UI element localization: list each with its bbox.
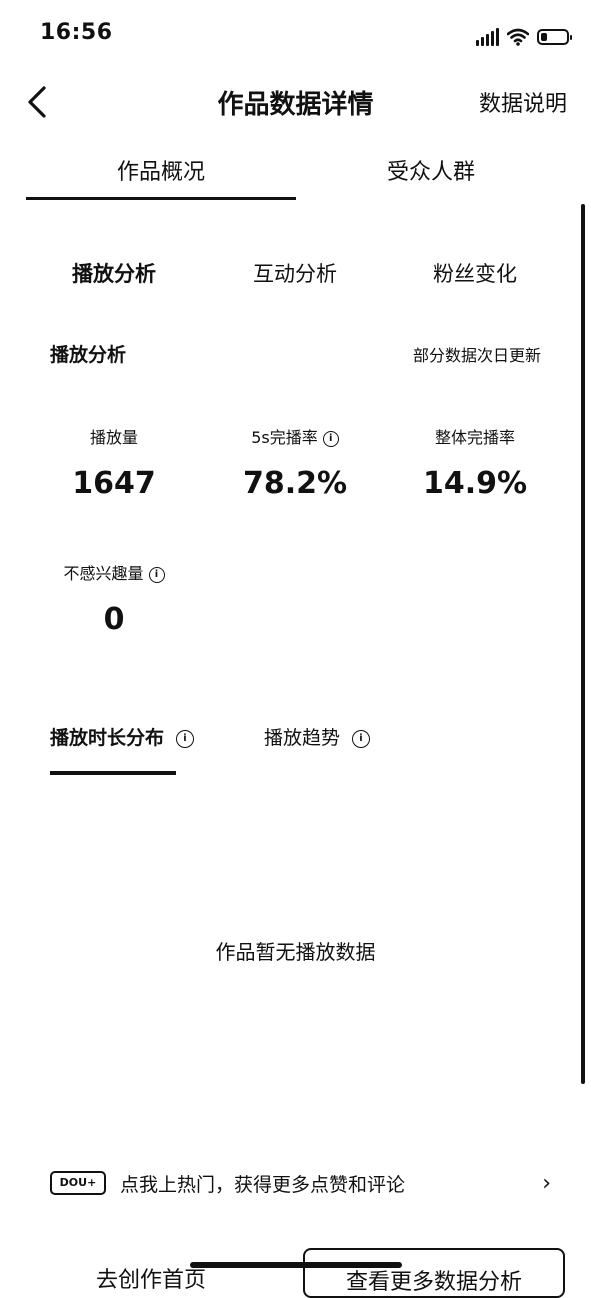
section-title: 播放分析 <box>50 344 127 366</box>
stat-value: 1647 <box>72 466 156 501</box>
wifi-icon <box>507 28 529 46</box>
stat-5s-completion: 5s完播率 i 78.2% <box>205 424 385 501</box>
promo-banner[interactable]: DOU+ 点我上热门，获得更多点赞和评论 › <box>50 1168 551 1198</box>
status-time: 16:56 <box>40 20 113 45</box>
cellular-signal-icon <box>476 28 499 46</box>
info-icon[interactable]: i <box>148 566 165 583</box>
dou-plus-badge: DOU+ <box>50 1171 106 1195</box>
battery-icon <box>537 29 572 45</box>
subtab-play-analysis[interactable]: 播放分析 <box>24 258 204 288</box>
stat-plays: 播放量 1647 <box>24 424 204 501</box>
stat-label: 整体完播率 <box>434 428 515 447</box>
promo-text: 点我上热门，获得更多点赞和评论 <box>120 1173 406 1196</box>
more-analysis-button[interactable]: 查看更多数据分析 <box>303 1248 565 1298</box>
stat-overall-completion: 整体完播率 14.9% <box>385 424 565 501</box>
stat-label: 5s完播率 <box>251 428 318 447</box>
stat-label: 不感兴趣量 <box>63 564 144 583</box>
data-explanation-link[interactable]: 数据说明 <box>479 86 567 118</box>
creator-home-button[interactable]: 去创作首页 <box>96 1262 206 1294</box>
tab-audience[interactable]: 受众人群 <box>296 154 566 186</box>
stat-not-interested: 不感兴趣量 i 0 <box>24 560 204 637</box>
info-icon[interactable]: i <box>176 729 195 748</box>
tab-play-trend[interactable]: 播放趋势 i <box>264 723 371 750</box>
chevron-right-icon: › <box>542 1170 551 1196</box>
stat-value: 78.2% <box>242 466 348 501</box>
stat-value: 0 <box>103 602 125 637</box>
tab-active-indicator <box>26 197 296 200</box>
stat-label: 播放量 <box>89 428 138 447</box>
tab-play-duration[interactable]: 播放时长分布 i <box>50 723 195 750</box>
tab-overview[interactable]: 作品概况 <box>26 154 296 186</box>
subtab-fans-change[interactable]: 粉丝变化 <box>385 258 565 288</box>
home-indicator <box>190 1262 402 1268</box>
tab-label: 播放时长分布 <box>50 727 165 749</box>
subtab-interaction-analysis[interactable]: 互动分析 <box>205 258 385 288</box>
stat-value: 14.9% <box>422 466 528 501</box>
status-icons <box>476 24 572 50</box>
tab-label: 播放趋势 <box>264 727 341 749</box>
play-tab-indicator <box>50 771 176 775</box>
empty-state-text: 作品暂无播放数据 <box>215 940 376 964</box>
info-icon[interactable]: i <box>352 729 371 748</box>
section-note: 部分数据次日更新 <box>412 346 541 365</box>
info-icon[interactable]: i <box>322 430 339 447</box>
